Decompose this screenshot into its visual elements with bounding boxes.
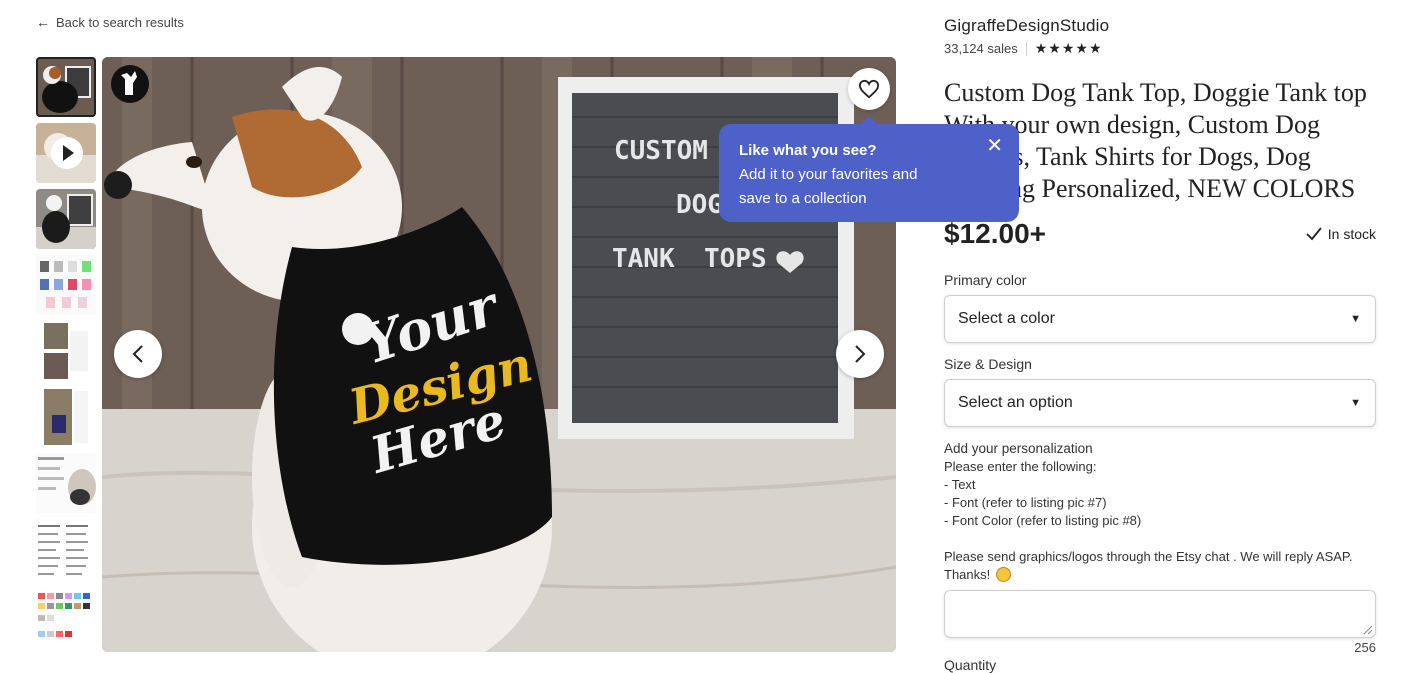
smiley-icon <box>995 567 1011 582</box>
heart-icon <box>858 79 880 99</box>
back-to-search-link[interactable]: ← Back to search results <box>36 14 184 30</box>
favorites-tooltip: Like what you see? Add it to your favori… <box>719 116 1019 222</box>
personalization-note: Please send graphics/logos through the E… <box>944 548 1376 584</box>
personalization-item: - Font Color (refer to listing pic #8) <box>944 513 1142 528</box>
personalization-heading: Add your personalization <box>944 441 1093 456</box>
primary-color-select[interactable]: Select a color ▼ <box>944 295 1376 343</box>
tooltip-title: Like what you see? <box>739 142 877 159</box>
thumbnail-7[interactable] <box>36 453 96 513</box>
letterboard-line-1: CUSTOM <box>614 136 708 166</box>
stock-status: In stock <box>1306 226 1376 242</box>
previous-image-button[interactable] <box>114 330 162 378</box>
tooltip-line-2: save to a collection <box>739 190 867 207</box>
size-design-label: Size & Design <box>944 356 1032 372</box>
letterboard-line-4: TOPS <box>704 244 767 274</box>
price: $12.00+ <box>944 218 1046 249</box>
thumbnail-5[interactable] <box>36 321 96 381</box>
personalization-item: - Text <box>944 477 976 492</box>
size-design-value: Select an option <box>958 394 1073 411</box>
sales-count: 33,124 sales <box>944 41 1018 56</box>
thumbnail-fonts[interactable] <box>36 519 96 579</box>
personalization-instructions: Add your personalization Please enter th… <box>944 440 1376 584</box>
caret-down-icon: ▼ <box>1350 313 1361 325</box>
primary-color-label: Primary color <box>944 272 1027 288</box>
thumbnail-font-colors[interactable] <box>36 585 96 645</box>
tooltip-line-1: Add it to your favorites and <box>739 166 918 183</box>
chevron-right-icon <box>855 345 866 363</box>
close-icon[interactable]: ✕ <box>986 136 1003 156</box>
caret-down-icon: ▼ <box>1350 397 1361 409</box>
star-rating-icon[interactable]: ★★★★★ <box>1035 40 1103 57</box>
size-design-select[interactable]: Select an option ▼ <box>944 379 1376 427</box>
shop-stats: 33,124 sales ★★★★★ <box>944 40 1103 57</box>
thumbnail-list <box>36 57 96 651</box>
thumbnail-1[interactable] <box>36 57 96 117</box>
next-image-button[interactable] <box>836 330 884 378</box>
shop-logo-badge <box>111 65 149 103</box>
character-count: 256 <box>1354 640 1376 655</box>
stock-label: In stock <box>1327 226 1376 242</box>
thumbnail-3[interactable] <box>36 189 96 249</box>
checkmark-icon <box>1306 227 1322 241</box>
shop-name-link[interactable]: GigraffeDesignStudio <box>944 16 1109 36</box>
resize-handle-icon[interactable] <box>1363 625 1373 635</box>
personalization-intro: Please enter the following: <box>944 459 1097 474</box>
personalization-item: - Font (refer to listing pic #7) <box>944 495 1107 510</box>
quantity-label: Quantity <box>944 657 997 673</box>
play-icon <box>51 137 83 169</box>
letterboard-line-2: DOG <box>676 190 723 220</box>
chevron-left-icon <box>132 345 143 363</box>
personalization-textarea[interactable] <box>944 590 1376 638</box>
thumbnail-6[interactable] <box>36 387 96 447</box>
thumbnail-video[interactable] <box>36 123 96 183</box>
primary-color-value: Select a color <box>958 310 1055 327</box>
back-link-label: Back to search results <box>56 14 184 30</box>
favorite-button[interactable] <box>848 68 890 110</box>
letterboard-line-3: TANK <box>612 244 675 274</box>
arrow-left-icon: ← <box>36 14 50 30</box>
thumbnail-colors[interactable] <box>36 255 96 315</box>
divider <box>1025 41 1027 56</box>
